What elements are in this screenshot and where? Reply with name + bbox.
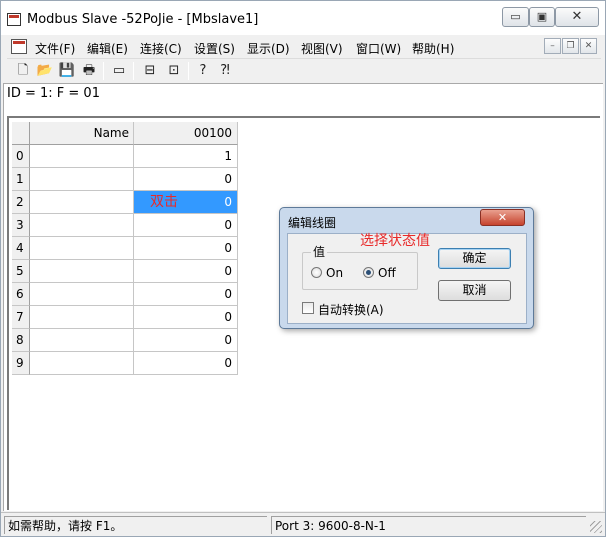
- document-icon[interactable]: [11, 39, 27, 54]
- table-row[interactable]: 0 1: [12, 145, 238, 168]
- name-cell[interactable]: [30, 260, 134, 283]
- resize-grip[interactable]: [590, 521, 602, 533]
- new-icon[interactable]: 🗋: [13, 61, 33, 81]
- help-icon[interactable]: ?: [193, 61, 213, 81]
- connect-icon[interactable]: ⊟: [140, 61, 160, 81]
- radio-on-label[interactable]: On: [326, 266, 343, 280]
- row-index: 4: [12, 237, 30, 260]
- value-cell[interactable]: 0: [134, 352, 238, 375]
- table-row[interactable]: 8 0: [12, 329, 238, 352]
- name-cell[interactable]: [30, 191, 134, 214]
- auto-convert-box[interactable]: [302, 302, 314, 314]
- name-cell[interactable]: [30, 352, 134, 375]
- name-cell[interactable]: [30, 168, 134, 191]
- save-icon[interactable]: 💾: [57, 61, 77, 81]
- cancel-button[interactable]: 取消: [438, 280, 511, 301]
- table-row[interactable]: 5 0: [12, 260, 238, 283]
- value-text: 0: [224, 195, 232, 209]
- mdi-minimize-button[interactable]: –: [544, 38, 561, 54]
- menu-window[interactable]: 窗口(W): [356, 40, 401, 57]
- dialog-body: 选择状态值 值 On Off 确定 取消 自动转换(A): [287, 233, 527, 324]
- table-row[interactable]: 9 0: [12, 352, 238, 375]
- row-index: 6: [12, 283, 30, 306]
- dialog-close-button[interactable]: ✕: [480, 209, 525, 226]
- status-port: Port 3: 9600-8-N-1: [271, 516, 586, 534]
- double-click-annotation: 双击: [150, 194, 178, 210]
- value-cell[interactable]: 0: [134, 237, 238, 260]
- mdi-close-button[interactable]: ✕: [580, 38, 597, 54]
- row-index: 5: [12, 260, 30, 283]
- value-column-header: 00100: [134, 122, 238, 145]
- value-cell[interactable]: 0: [134, 214, 238, 237]
- row-index: 7: [12, 306, 30, 329]
- name-cell[interactable]: [30, 237, 134, 260]
- menu-connection[interactable]: 连接(C): [140, 40, 182, 57]
- name-cell[interactable]: [30, 214, 134, 237]
- name-cell[interactable]: [30, 329, 134, 352]
- radio-off-label[interactable]: Off: [378, 266, 396, 280]
- menu-setup[interactable]: 设置(S): [194, 40, 235, 57]
- name-cell[interactable]: [30, 306, 134, 329]
- toolbar-separator: [133, 62, 134, 80]
- radio-off-indicator[interactable]: [363, 267, 374, 278]
- toolbar-separator: [103, 62, 104, 80]
- app-window: Modbus Slave -52PoJie - [Mbslave1] ▭ ▣ ✕…: [0, 0, 606, 537]
- selected-value-cell[interactable]: 双击 0: [134, 191, 238, 214]
- maximize-button[interactable]: ▣: [529, 7, 555, 27]
- menu-view[interactable]: 视图(V): [301, 40, 343, 57]
- dialog-title: 编辑线圈: [288, 216, 337, 230]
- radio-on-indicator[interactable]: [311, 267, 322, 278]
- value-cell[interactable]: 0: [134, 283, 238, 306]
- name-column-header: Name: [30, 122, 134, 145]
- toolbar-separator: [188, 62, 189, 80]
- app-icon[interactable]: [7, 13, 21, 26]
- title-bar: Modbus Slave -52PoJie - [Mbslave1] ▭ ▣ ✕: [1, 1, 605, 35]
- mdi-restore-button[interactable]: ❐: [562, 38, 579, 54]
- value-group-label: 值: [311, 243, 328, 260]
- table-row[interactable]: 1 0: [12, 168, 238, 191]
- value-cell[interactable]: 1: [134, 145, 238, 168]
- menu-display[interactable]: 显示(D): [247, 40, 290, 57]
- table-row[interactable]: 7 0: [12, 306, 238, 329]
- print-icon[interactable]: 🖶: [79, 61, 99, 81]
- value-cell[interactable]: 0: [134, 329, 238, 352]
- value-cell[interactable]: 0: [134, 306, 238, 329]
- table-row[interactable]: 6 0: [12, 283, 238, 306]
- table-row[interactable]: 3 0: [12, 214, 238, 237]
- value-cell[interactable]: 0: [134, 168, 238, 191]
- menu-help[interactable]: 帮助(H): [412, 40, 454, 57]
- menu-file[interactable]: 文件(F): [35, 40, 75, 57]
- window-icon[interactable]: ▭: [109, 61, 129, 81]
- menu-bar: 文件(F) 编辑(E) 连接(C) 设置(S) 显示(D) 视图(V) 窗口(W…: [7, 36, 601, 58]
- context-help-icon[interactable]: ⁈: [215, 61, 235, 81]
- open-icon[interactable]: 📂: [35, 61, 55, 81]
- row-index: 8: [12, 329, 30, 352]
- minimize-button[interactable]: ▭: [502, 7, 529, 27]
- menu-edit[interactable]: 编辑(E): [87, 40, 128, 57]
- value-groupbox: 值 On Off: [302, 243, 418, 290]
- corner-cell: [12, 122, 30, 145]
- name-cell[interactable]: [30, 145, 134, 168]
- edit-coil-dialog: 编辑线圈 ✕ 选择状态值 值 On Off 确定 取消 自动转换(A): [279, 207, 534, 329]
- row-index: 0: [12, 145, 30, 168]
- auto-convert-label[interactable]: 自动转换(A): [318, 301, 384, 318]
- row-index: 1: [12, 168, 30, 191]
- disconnect-icon[interactable]: ⊡: [164, 61, 184, 81]
- row-index: 3: [12, 214, 30, 237]
- row-index: 9: [12, 352, 30, 375]
- table-row[interactable]: 2 双击 0: [12, 191, 238, 214]
- close-button[interactable]: ✕: [555, 7, 599, 27]
- select-state-annotation: 选择状态值: [360, 233, 430, 249]
- ok-button[interactable]: 确定: [438, 248, 511, 269]
- table-row[interactable]: 4 0: [12, 237, 238, 260]
- name-cell[interactable]: [30, 283, 134, 306]
- value-cell[interactable]: 0: [134, 260, 238, 283]
- status-bar: 如需帮助，请按 F1。 Port 3: 9600-8-N-1: [1, 512, 605, 536]
- row-index: 2: [12, 191, 30, 214]
- grid-header: Name 00100: [12, 122, 238, 145]
- slave-info: ID = 1: F = 01: [7, 86, 100, 101]
- toolbar: 🗋 📂 💾 🖶 ▭ ⊟ ⊡ ? ⁈: [7, 58, 601, 82]
- status-help: 如需帮助，请按 F1。: [4, 516, 267, 534]
- window-title: Modbus Slave -52PoJie - [Mbslave1]: [27, 12, 259, 27]
